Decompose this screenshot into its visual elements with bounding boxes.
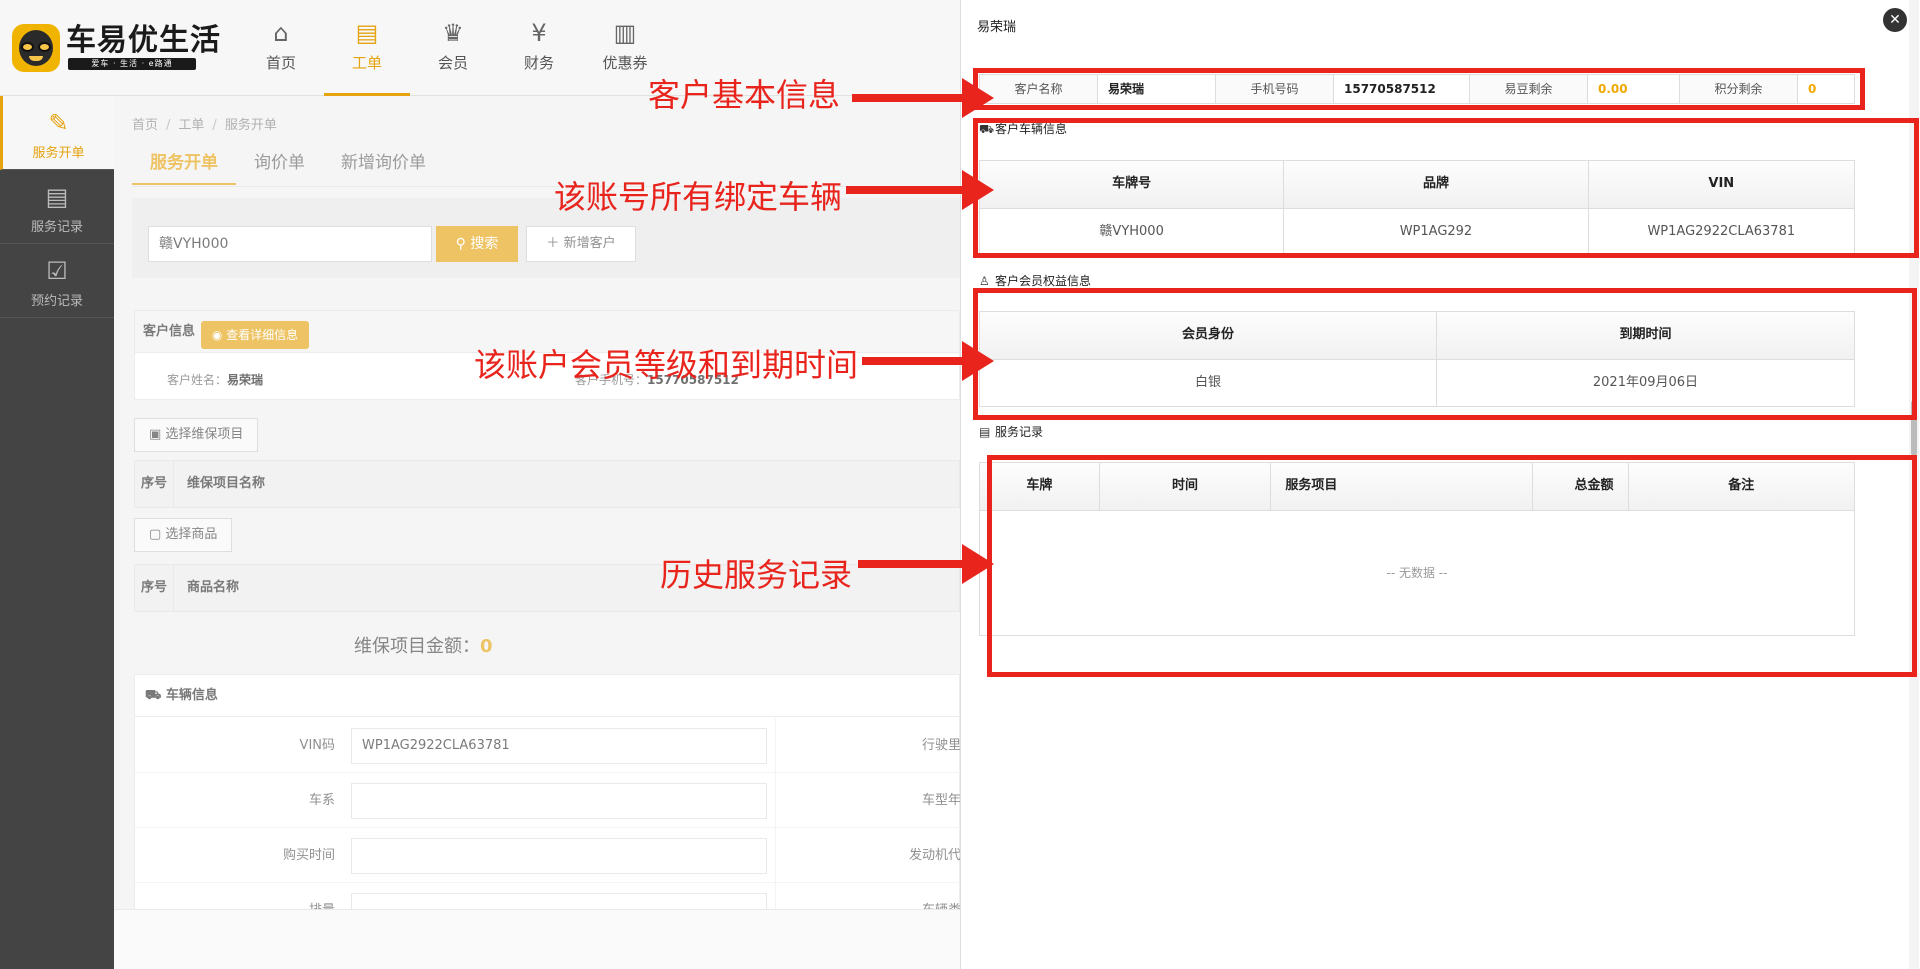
sidebar-item-service-records[interactable]: ▤ 服务记录 <box>0 170 114 244</box>
annotation-arrow <box>862 341 994 381</box>
services-section-title: ▤ 服务记录 <box>979 423 1043 440</box>
membership-section-title: ♙ 客户会员权益信息 <box>979 272 1091 289</box>
close-icon[interactable]: ✕ <box>1883 8 1907 32</box>
logo-mascot-icon <box>12 24 60 72</box>
sidebar-item-label: 预约记录 <box>30 294 83 309</box>
drawer-title: 易荣瑞 <box>977 20 1017 35</box>
nav-item-member[interactable]: ♛ 会员 <box>410 0 496 96</box>
membership-title-text: 客户会员权益信息 <box>995 274 1092 288</box>
annotation-basic-info: 客户基本信息 <box>648 76 841 114</box>
annotation-box-vehicles <box>973 118 1919 258</box>
edit-document-icon: ✎ <box>48 109 69 137</box>
annotation-arrow <box>846 170 994 210</box>
main-nav: ⌂ 首页 ▤ 工单 ♛ 会员 ¥ 财务 ▥ 优惠券 <box>238 0 668 96</box>
sidebar: ✎ 服务开单 ▤ 服务记录 ☑ 预约记录 <box>0 96 114 969</box>
nav-label: 首页 <box>265 54 296 72</box>
app-logo[interactable]: 车易优生活 爱车 · 生活 · e路通 <box>12 22 220 74</box>
finance-icon: ¥ <box>531 19 547 47</box>
crown-icon: ♛ <box>442 19 464 47</box>
home-icon: ⌂ <box>273 19 289 47</box>
logo-title: 车易优生活 <box>66 23 221 58</box>
sidebar-item-service-order[interactable]: ✎ 服务开单 <box>0 96 114 170</box>
services-title-text: 服务记录 <box>995 425 1044 439</box>
annotation-box-membership <box>973 288 1917 420</box>
customer-detail-drawer: 易荣瑞 ✕ 客户名称 易荣瑞 手机号码 15770587512 易豆剩余 0.0… <box>960 0 1920 969</box>
annotation-arrow <box>852 78 994 118</box>
sidebar-item-label: 服务记录 <box>30 220 83 235</box>
annotation-box-basic-info <box>973 68 1865 110</box>
record-search-icon: ▤ <box>45 183 69 211</box>
annotation-arrow <box>858 544 994 584</box>
annotation-services: 历史服务记录 <box>660 556 853 594</box>
annotation-box-services <box>987 455 1917 677</box>
nav-label: 工单 <box>351 54 382 72</box>
coupon-icon: ▥ <box>613 19 637 47</box>
nav-label: 财务 <box>523 54 554 72</box>
annotation-membership: 该账户会员等级和到期时间 <box>474 346 859 384</box>
sidebar-item-appointments[interactable]: ☑ 预约记录 <box>0 244 114 318</box>
nav-label: 会员 <box>437 54 468 72</box>
user-icon: ♙ <box>979 274 990 288</box>
sidebar-item-label: 服务开单 <box>32 146 85 161</box>
logo-subtitle: 爱车 · 生活 · e路通 <box>68 58 196 70</box>
annotation-vehicles: 该账号所有绑定车辆 <box>554 178 843 216</box>
record-icon: ▤ <box>979 425 991 439</box>
clipboard-icon: ▤ <box>355 19 379 47</box>
nav-item-finance[interactable]: ¥ 财务 <box>496 0 582 96</box>
nav-label: 优惠券 <box>602 54 648 72</box>
modal-overlay[interactable] <box>114 96 960 969</box>
nav-item-home[interactable]: ⌂ 首页 <box>238 0 324 96</box>
check-document-icon: ☑ <box>46 257 68 285</box>
nav-item-workorder[interactable]: ▤ 工单 <box>324 0 410 96</box>
